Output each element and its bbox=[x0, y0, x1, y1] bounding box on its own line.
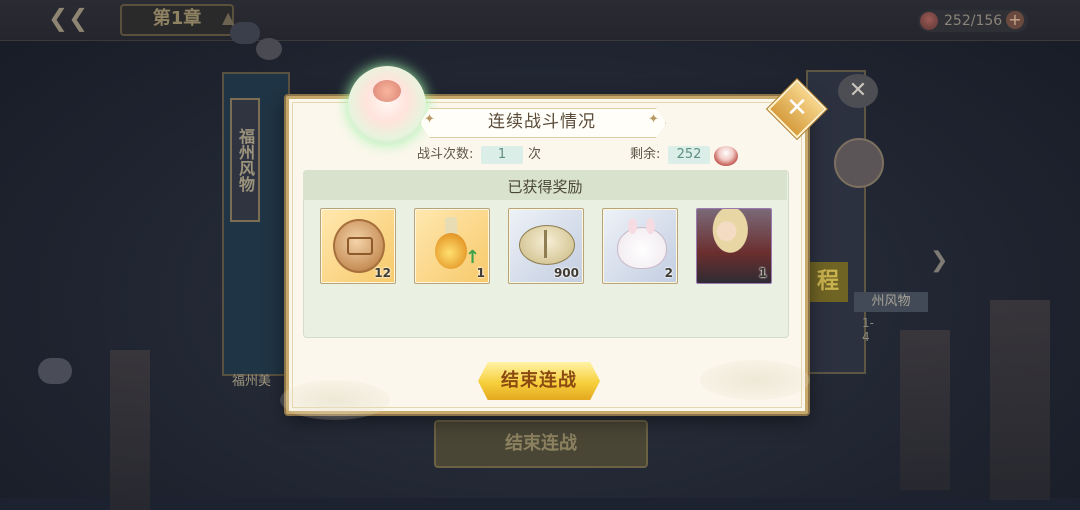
bird-icon bbox=[256, 38, 282, 60]
upgrade-arrow-icon: ↑ bbox=[465, 247, 481, 268]
location-stage: 1-4 bbox=[862, 316, 874, 344]
ornament-icon: ✦ bbox=[424, 112, 435, 127]
reward-slot[interactable]: 1 bbox=[696, 208, 772, 284]
close-icon: ✕ bbox=[786, 93, 808, 123]
battle-count-unit: 次 bbox=[528, 147, 542, 162]
stamina-cake-icon bbox=[920, 12, 938, 30]
reward-count: 900 bbox=[553, 266, 579, 280]
top-bar: ❮❮ 第1章 ▲ 252/156 + bbox=[0, 0, 1080, 41]
end-battle-button[interactable]: 结束连战 bbox=[478, 362, 600, 400]
next-arrow-icon: ❯ bbox=[930, 248, 949, 273]
stamina-cake-icon bbox=[714, 146, 738, 166]
dialog-title: 连续战斗情况 bbox=[488, 112, 596, 132]
reward-count: 12 bbox=[374, 266, 391, 280]
battle-count-label: 战斗次数: bbox=[417, 147, 474, 162]
side-scroll-panel: 福州风物 福州美 bbox=[222, 72, 290, 389]
add-stamina-icon[interactable]: + bbox=[1006, 11, 1024, 29]
side-scroll-title: 福州风物 bbox=[230, 98, 260, 222]
chat-bubble-icon[interactable] bbox=[230, 22, 260, 44]
decorative-leaf bbox=[700, 360, 810, 400]
journey-label: 程 bbox=[808, 262, 848, 302]
background-close-icon: ✕ bbox=[838, 74, 878, 108]
remaining-value: 252 bbox=[668, 146, 710, 164]
back-arrow-icon[interactable]: ❮❮ bbox=[48, 4, 108, 32]
reward-slot[interactable]: 900 bbox=[508, 208, 584, 284]
side-scroll-caption: 福州美 bbox=[232, 374, 272, 389]
stamina-counter: 252/156 + bbox=[918, 10, 1028, 32]
pagoda-silhouette bbox=[110, 350, 150, 510]
bunny-icon bbox=[617, 218, 667, 269]
reward-slot[interactable]: ↑ 1 bbox=[414, 208, 490, 284]
chat-bubble-icon bbox=[38, 358, 72, 384]
chapter-label[interactable]: 第1章 bbox=[120, 4, 234, 36]
reward-count: 1 bbox=[476, 266, 485, 280]
remaining-label: 剩余: bbox=[630, 147, 661, 162]
pagoda-silhouette bbox=[900, 330, 950, 490]
stamina-value: 252/156 bbox=[944, 13, 1003, 29]
rewards-title: 已获得奖励 bbox=[507, 178, 583, 196]
ornament-icon: ✦ bbox=[648, 112, 659, 127]
location-tag: 州风物 bbox=[854, 292, 928, 312]
coin-icon bbox=[333, 219, 385, 273]
potion-icon bbox=[435, 233, 467, 269]
reward-count: 2 bbox=[664, 266, 673, 280]
pagoda-silhouette bbox=[990, 300, 1050, 500]
decorative-leaf bbox=[280, 380, 390, 420]
spirit-orb-icon bbox=[348, 66, 426, 144]
background-end-battle-button: 结束连战 bbox=[434, 420, 648, 468]
battle-count-value: 1 bbox=[481, 146, 523, 164]
reward-slot[interactable]: 12 bbox=[320, 208, 396, 284]
lotus-icon bbox=[834, 138, 884, 188]
reward-slot[interactable]: 2 bbox=[602, 208, 678, 284]
shell-icon bbox=[519, 225, 575, 265]
reward-count: 1 bbox=[758, 266, 767, 280]
